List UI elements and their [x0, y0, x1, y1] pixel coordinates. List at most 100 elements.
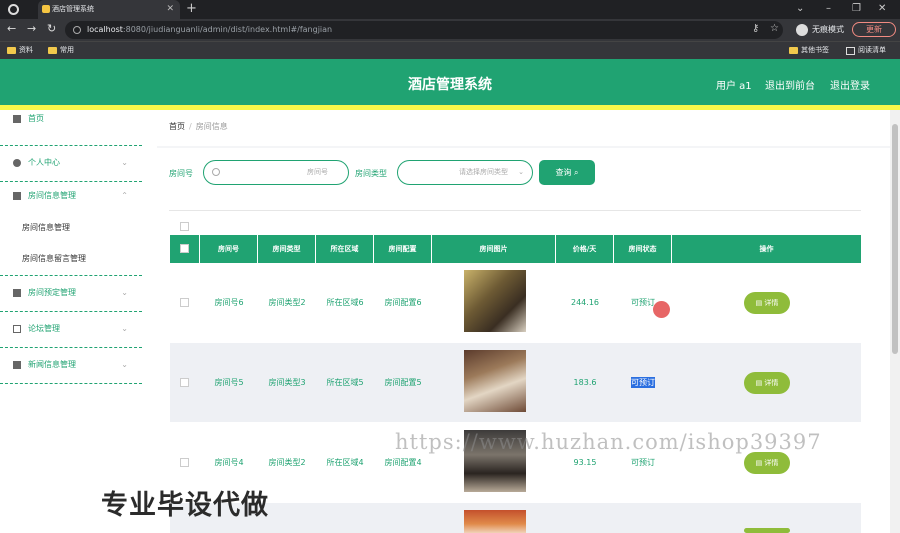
detail-label: 详情 [764, 379, 779, 387]
close-tab-icon[interactable]: ✕ [166, 0, 174, 19]
bookmarks-bar: 资料 常用 其他书签 阅读清单 [0, 41, 900, 59]
room-type-cell: 房间类型3 [268, 378, 306, 387]
bookmark-label: 资料 [19, 46, 33, 54]
column-header[interactable]: 房间图片 [432, 235, 556, 263]
room-type-cell: 房间类型2 [268, 298, 306, 307]
row-checkbox[interactable] [180, 378, 189, 387]
sidebar-item-news[interactable]: 新闻信息管理 ⌄ [0, 348, 142, 384]
breadcrumb-card: 首页 / 房间信息 [157, 110, 890, 146]
column-header[interactable]: 房间配置 [374, 235, 432, 263]
address-bar[interactable]: localhost:8080/jiudianguanli/admin/dist/… [65, 21, 783, 39]
scrollbar-thumb[interactable] [892, 124, 898, 354]
area-cell: 所在区域6 [326, 298, 364, 307]
maximize-icon[interactable]: ❐ [852, 3, 861, 14]
column-header[interactable]: 房间号 [200, 235, 258, 263]
incognito-indicator[interactable]: 无痕模式 [796, 22, 844, 38]
sidebar-item-forum[interactable]: 论坛管理 ⌄ [0, 312, 142, 348]
status-cell: 可预订 [614, 343, 672, 422]
folder-icon [789, 47, 798, 54]
sidebar-item-label: 首页 [28, 114, 44, 123]
area-cell: 所在区域5 [326, 378, 364, 387]
tab-search-icon[interactable]: ⌄ [796, 3, 804, 14]
close-window-icon[interactable]: ✕ [878, 3, 886, 14]
browser-tab[interactable]: 酒店管理系统 ✕ [38, 0, 180, 19]
chevron-down-icon: ⌄ [121, 360, 128, 369]
chevron-down-icon: ⌄ [121, 288, 128, 297]
breadcrumb: 首页 / 房间信息 [169, 122, 228, 131]
room-no-input[interactable]: 房间号 [203, 160, 349, 185]
bookmark-folder[interactable]: 常用 [48, 44, 74, 57]
column-header[interactable]: 房间类型 [258, 235, 316, 263]
column-header[interactable]: 所在区域 [316, 235, 374, 263]
sidebar-item-label: 新闻信息管理 [28, 360, 76, 369]
breadcrumb-current: 房间信息 [195, 122, 228, 131]
detail-button[interactable]: ▤ 详情 [744, 372, 790, 394]
room-no-placeholder: 房间号 [307, 168, 328, 176]
app-header: 酒店管理系统 用户 a1 退出到前台 退出登录 [0, 59, 900, 110]
browser-menu-icon[interactable] [8, 4, 19, 15]
column-header[interactable]: 房间状态 [614, 235, 672, 263]
sidebar-item-label: 论坛管理 [28, 324, 60, 333]
column-header[interactable]: 操作 [672, 235, 861, 263]
bookmark-folder[interactable]: 资料 [7, 44, 33, 57]
logout-link[interactable]: 退出登录 [830, 77, 870, 92]
room-type-select[interactable]: 请选择房间类型 ⌄ [397, 160, 533, 185]
new-tab-icon[interactable]: + [186, 1, 197, 16]
column-header[interactable]: 价格/天 [556, 235, 614, 263]
room-no-label: 房间号 [169, 169, 193, 178]
detail-button[interactable] [744, 528, 790, 533]
sidebar-item-label: 个人中心 [28, 158, 60, 167]
detail-button[interactable]: ▤ 详情 [744, 292, 790, 314]
room-no-cell: 房间号5 [214, 378, 244, 387]
forward-icon[interactable]: → [27, 22, 36, 35]
sidebar-subitem-messages[interactable]: 房间信息留言管理 [22, 253, 86, 264]
overlay-text: 专业毕设代做 [101, 490, 269, 521]
query-button[interactable]: 查询 ⌕ [539, 160, 595, 185]
bookmark-star-icon[interactable]: ☆ [770, 23, 779, 34]
toolbar-divider [169, 210, 861, 211]
folder-icon [7, 47, 16, 54]
search-icon: ⌕ [574, 168, 579, 177]
row-checkbox[interactable] [180, 458, 189, 467]
detail-button[interactable]: ▤ 详情 [744, 452, 790, 474]
chevron-down-icon: ⌄ [121, 324, 128, 333]
row-checkbox[interactable] [180, 298, 189, 307]
back-to-front-link[interactable]: 退出到前台 [765, 77, 815, 92]
sidebar-item-home[interactable]: 首页 [0, 110, 142, 146]
key-icon[interactable]: ⚷ [752, 23, 759, 34]
minimize-icon[interactable]: – [826, 3, 831, 14]
table-row: 房间号6 房间类型2 所在区域6 房间配置6 244.16 可预订 ▤ 详情 [170, 263, 861, 342]
room-type-placeholder: 请选择房间类型 [459, 168, 508, 176]
incognito-label: 无痕模式 [812, 25, 844, 34]
detail-label: 详情 [764, 459, 779, 467]
reading-list[interactable]: 阅读清单 [846, 44, 886, 57]
cursor-indicator [653, 301, 670, 318]
sidebar-item-booking[interactable]: 房间预定管理 ⌄ [0, 276, 142, 312]
sidebar-item-profile[interactable]: 个人中心 ⌄ [0, 146, 142, 182]
select-all-checkbox[interactable] [180, 244, 189, 253]
calendar-icon [13, 289, 21, 297]
other-bookmarks[interactable]: 其他书签 [789, 44, 829, 57]
select-checkbox[interactable] [180, 222, 189, 231]
chevron-up-icon: ⌃ [121, 191, 128, 200]
news-icon [13, 361, 21, 369]
update-button[interactable]: 更新 [852, 22, 896, 37]
info-icon[interactable] [73, 26, 81, 34]
price-cell: 183.6 [573, 378, 597, 387]
reload-icon[interactable]: ↻ [47, 22, 56, 35]
chat-icon [13, 325, 21, 333]
back-icon[interactable]: ← [7, 22, 16, 35]
page-scrollbar[interactable] [890, 110, 900, 533]
sidebar-subitem-rooms[interactable]: 房间信息管理 [22, 222, 70, 233]
sidebar-item-rooms[interactable]: 房间信息管理 ⌃ [0, 182, 142, 202]
breadcrumb-home[interactable]: 首页 [169, 122, 185, 131]
search-icon [212, 168, 220, 176]
table-header: 房间号 房间类型 所在区域 房间配置 房间图片 价格/天 房间状态 操作 [170, 235, 861, 263]
chevron-down-icon: ⌄ [518, 168, 524, 176]
home-icon [13, 115, 21, 123]
header-checkbox-cell [170, 235, 200, 263]
bookmark-label: 常用 [60, 46, 74, 54]
user-label: 用户 a1 [716, 81, 752, 92]
room-image [464, 350, 526, 412]
room-type-label: 房间类型 [355, 169, 387, 178]
